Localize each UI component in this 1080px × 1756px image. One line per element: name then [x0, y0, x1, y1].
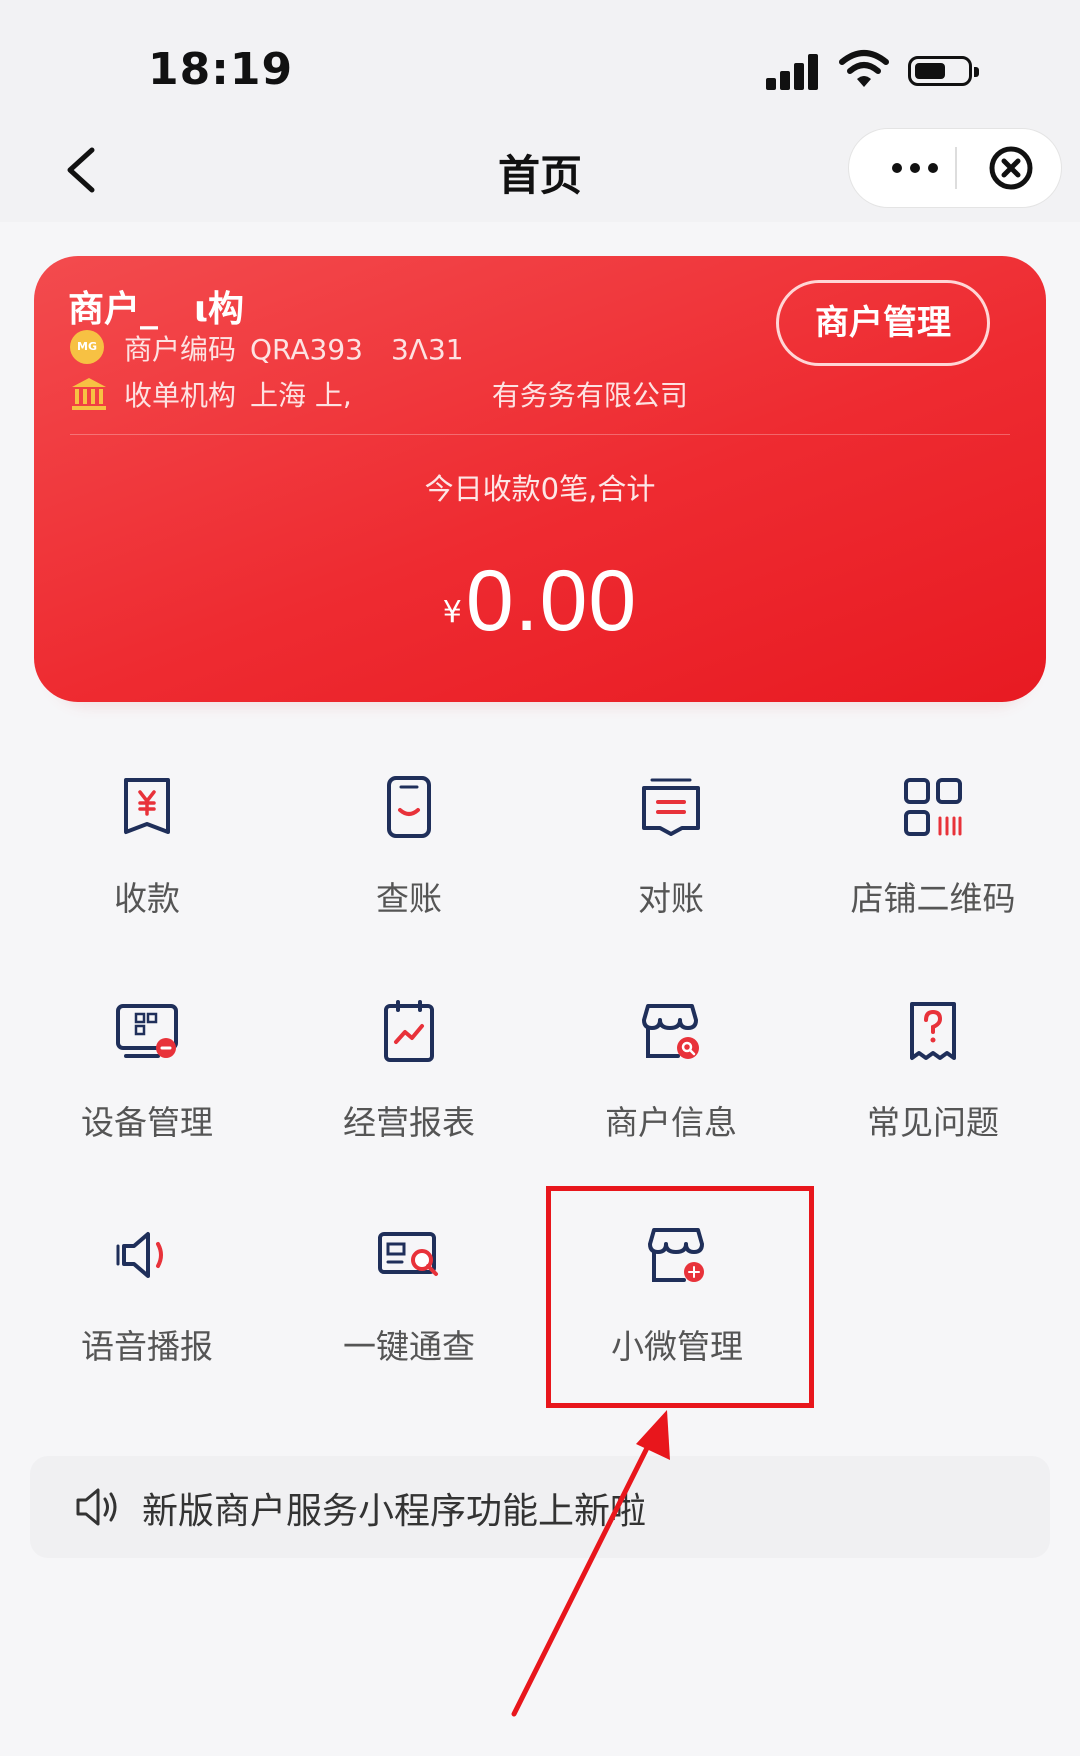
- acquirer-value: 上海 上, 有务务有限公司: [250, 379, 688, 412]
- status-bar: 18:19: [0, 0, 1080, 120]
- question-icon: [910, 1002, 956, 1060]
- speaker-icon: [116, 1232, 163, 1278]
- grid-item-label: 对账: [638, 879, 704, 918]
- merchant-manage-button[interactable]: 商户管理: [776, 280, 990, 366]
- report-chart-icon: [384, 1000, 434, 1062]
- store-search-icon: [642, 1004, 699, 1059]
- grid-item-label: 语音播报: [81, 1327, 213, 1366]
- currency-symbol: ¥: [442, 595, 462, 630]
- card-divider: [70, 434, 1010, 435]
- notice-bar[interactable]: 新版商户服务小程序功能上新啦: [30, 1456, 1050, 1558]
- highlight-box: [546, 1186, 814, 1408]
- notice-text: 新版商户服务小程序功能上新啦: [142, 1491, 647, 1532]
- acquirer-label: 收单机构: [124, 379, 237, 412]
- merchant-code-value: QRA393 3Λ31: [250, 333, 464, 366]
- amount-value: 0.00: [465, 553, 638, 649]
- grid-item-label: 查账: [376, 879, 442, 918]
- grid-item-quick-query[interactable]: 一键通查: [278, 1210, 540, 1400]
- merchant-code-label: 商户编码: [124, 333, 237, 366]
- mini-program-capsule: [848, 128, 1062, 208]
- phone-bill-icon: [387, 776, 431, 838]
- grid-item-collect[interactable]: 收款: [16, 762, 278, 952]
- status-time: 18:19: [148, 44, 294, 95]
- merchant-code-icon: MG: [70, 330, 108, 366]
- grid-item-store-qr[interactable]: 店铺二维码: [802, 762, 1064, 952]
- close-icon[interactable]: [971, 129, 1051, 207]
- grid-item-voice-broadcast[interactable]: 语音播报: [16, 1210, 278, 1400]
- signal-icon: [766, 54, 822, 90]
- grid-item-label: 店铺二维码: [850, 879, 1016, 918]
- acquirer-row: 收单机构 上海 上, 有务务有限公司: [70, 374, 688, 414]
- grid-item-device-manage[interactable]: 设备管理: [16, 986, 278, 1176]
- grid-item-label: 收款: [114, 879, 180, 918]
- grid-item-reconcile[interactable]: 对账: [540, 762, 802, 952]
- speaker-outline-icon: [76, 1488, 117, 1526]
- device-icon: [116, 1004, 178, 1058]
- grid-item-label: 一键通查: [343, 1327, 475, 1366]
- today-amount: ¥0.00: [34, 552, 1046, 651]
- grid-item-check-account[interactable]: 查账: [278, 762, 540, 952]
- card-search-icon: [378, 1232, 438, 1276]
- merchant-code-row: MG 商户编码 QRA393 3Λ31: [70, 328, 464, 368]
- grid-item-business-report[interactable]: 经营报表: [278, 986, 540, 1176]
- merchant-name: 商户_ ι构: [68, 289, 245, 330]
- today-summary: 今日收款0笔,合计: [424, 472, 656, 506]
- wifi-icon: [839, 50, 889, 87]
- nav-bar: 首页: [0, 120, 1080, 222]
- merchant-card: 商户_ ι构 MG 商户编码 QRA393 3Λ31 收单机构 上海 上, 有务…: [34, 256, 1046, 702]
- capsule-divider: [955, 147, 957, 189]
- battery-icon: [908, 56, 979, 86]
- grid-item-label: 经营报表: [343, 1103, 475, 1142]
- receipt-yen-icon: [124, 778, 170, 834]
- grid-item-faq[interactable]: 常见问题: [802, 986, 1064, 1176]
- statement-icon: [642, 778, 700, 836]
- grid-item-label: 常见问题: [867, 1103, 999, 1142]
- grid-item-label: 商户信息: [605, 1103, 737, 1142]
- bank-icon: [72, 378, 106, 410]
- grid-item-merchant-info[interactable]: 商户信息: [540, 986, 802, 1176]
- qr-code-icon: [904, 778, 962, 836]
- grid-item-label: 设备管理: [81, 1103, 213, 1142]
- more-icon[interactable]: [875, 129, 955, 207]
